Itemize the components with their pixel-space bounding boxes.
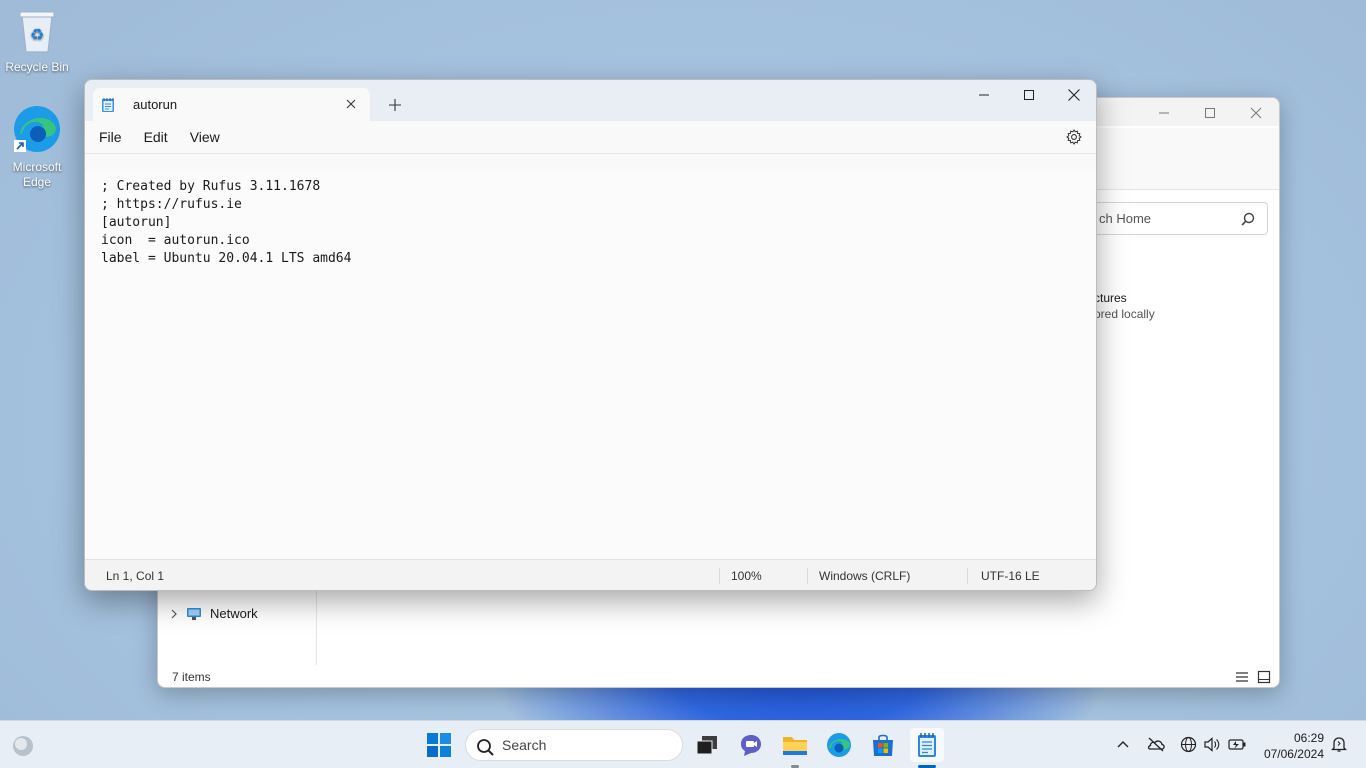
recycle-bin-icon: ♻ bbox=[2, 8, 72, 58]
maximize-icon bbox=[1205, 108, 1215, 118]
network-icon bbox=[187, 607, 201, 620]
tab-autorun[interactable]: autorun bbox=[93, 88, 370, 121]
maximize-icon bbox=[1024, 90, 1034, 100]
taskbar-search-box[interactable]: Search bbox=[465, 729, 683, 761]
details-view-icon[interactable] bbox=[1235, 670, 1249, 684]
svg-text:♻: ♻ bbox=[30, 25, 44, 44]
teams-chat-button[interactable] bbox=[737, 731, 765, 759]
clock-date: 07/06/2024 bbox=[1263, 747, 1324, 761]
microsoft-store-button[interactable] bbox=[869, 731, 897, 759]
notification-bell-icon bbox=[1330, 737, 1348, 752]
task-view-button[interactable] bbox=[693, 731, 721, 759]
close-icon bbox=[1068, 89, 1080, 101]
nav-item-network[interactable]: Network bbox=[170, 606, 258, 621]
task-view-icon bbox=[696, 736, 717, 755]
notepad-titlebar[interactable]: autorun bbox=[85, 80, 1096, 121]
chevron-right-icon bbox=[171, 609, 177, 618]
show-hidden-icons-button[interactable] bbox=[1116, 738, 1130, 753]
weather-icon bbox=[13, 736, 33, 756]
taskbar-clock[interactable]: 06:29 07/06/2024 bbox=[1258, 730, 1324, 762]
folder-icon bbox=[783, 737, 807, 755]
zoom-level[interactable]: 100% bbox=[731, 569, 762, 583]
gear-icon bbox=[1066, 129, 1082, 145]
line-ending[interactable]: Windows (CRLF) bbox=[819, 569, 910, 583]
pictures-subtitle: ored locally bbox=[1094, 307, 1155, 321]
search-label: Search bbox=[502, 737, 547, 753]
pictures-title: ctures bbox=[1094, 291, 1127, 305]
tab-close-button[interactable] bbox=[344, 97, 358, 111]
cursor-position: Ln 1, Col 1 bbox=[106, 569, 165, 583]
close-icon bbox=[1250, 107, 1262, 119]
explorer-item-count: 7 items bbox=[172, 670, 211, 684]
weather-widget-button[interactable] bbox=[11, 734, 35, 761]
explorer-pictures-item[interactable]: ctures ored locally bbox=[1094, 291, 1155, 321]
menu-file[interactable]: File bbox=[91, 123, 130, 151]
chevron-up-icon bbox=[1117, 741, 1129, 748]
tab-title: autorun bbox=[133, 97, 178, 112]
text-editor-area[interactable]: ; Created by Rufus 3.11.1678 ; https://r… bbox=[85, 171, 1096, 559]
menu-edit[interactable]: Edit bbox=[136, 123, 176, 151]
store-icon bbox=[873, 734, 893, 756]
recycle-bin-desktop-icon[interactable]: ♻ Recycle Bin bbox=[2, 8, 72, 75]
explorer-maximize-button[interactable] bbox=[1187, 98, 1233, 128]
close-icon bbox=[346, 99, 356, 109]
notepad-taskbar-button[interactable] bbox=[910, 728, 944, 762]
explorer-search-placeholder: ch Home bbox=[1099, 211, 1152, 226]
maximize-button[interactable] bbox=[1006, 80, 1052, 110]
windows-logo-icon bbox=[427, 733, 451, 757]
notepad-window[interactable]: autorun File Edit View ; Created by Rufu… bbox=[84, 79, 1097, 591]
edge-icon bbox=[2, 104, 72, 158]
cloud-off-icon bbox=[1147, 737, 1165, 752]
taskbar: Search 06:29 07/06/2024 bbox=[0, 720, 1366, 768]
tiles-view-icon[interactable] bbox=[1257, 670, 1271, 684]
nav-pane-divider bbox=[316, 590, 317, 665]
microsoft-edge-desktop-icon[interactable]: Microsoft Edge bbox=[2, 104, 72, 190]
close-button[interactable] bbox=[1051, 80, 1096, 110]
notepad-app-icon bbox=[102, 97, 114, 112]
minimize-icon bbox=[1159, 112, 1169, 114]
edge-taskbar-button[interactable] bbox=[825, 731, 853, 759]
encoding[interactable]: UTF-16 LE bbox=[981, 569, 1040, 583]
menu-view[interactable]: View bbox=[182, 123, 228, 151]
settings-button[interactable] bbox=[1066, 129, 1082, 148]
battery-tray-button[interactable] bbox=[1227, 737, 1247, 755]
minimize-icon bbox=[979, 94, 989, 96]
new-tab-button[interactable] bbox=[385, 95, 405, 115]
chat-icon bbox=[741, 735, 761, 756]
search-icon bbox=[477, 739, 494, 756]
globe-icon bbox=[1180, 736, 1197, 753]
menu-bar: File Edit View bbox=[85, 121, 1096, 154]
edge-label: Microsoft Edge bbox=[12, 160, 62, 189]
language-tray-button[interactable] bbox=[1180, 736, 1197, 756]
notepad-app-icon bbox=[918, 733, 936, 757]
file-explorer-taskbar-button[interactable] bbox=[781, 731, 809, 759]
minimize-button[interactable] bbox=[961, 80, 1007, 110]
plus-icon bbox=[389, 99, 401, 111]
network-label: Network bbox=[210, 606, 258, 621]
volume-tray-button[interactable] bbox=[1203, 736, 1221, 756]
status-bar: Ln 1, Col 1 100% Windows (CRLF) UTF-16 L… bbox=[85, 559, 1096, 590]
explorer-close-button[interactable] bbox=[1233, 98, 1279, 128]
onedrive-tray-button[interactable] bbox=[1146, 736, 1166, 755]
explorer-minimize-button[interactable] bbox=[1141, 98, 1187, 128]
notification-center-button[interactable] bbox=[1330, 736, 1348, 756]
speaker-icon bbox=[1204, 737, 1220, 752]
edge-icon bbox=[827, 733, 851, 757]
clock-time: 06:29 bbox=[1293, 731, 1324, 745]
battery-charging-icon bbox=[1228, 739, 1246, 750]
start-button[interactable] bbox=[426, 732, 452, 761]
search-icon bbox=[1241, 212, 1255, 226]
recycle-bin-label: Recycle Bin bbox=[5, 60, 69, 74]
